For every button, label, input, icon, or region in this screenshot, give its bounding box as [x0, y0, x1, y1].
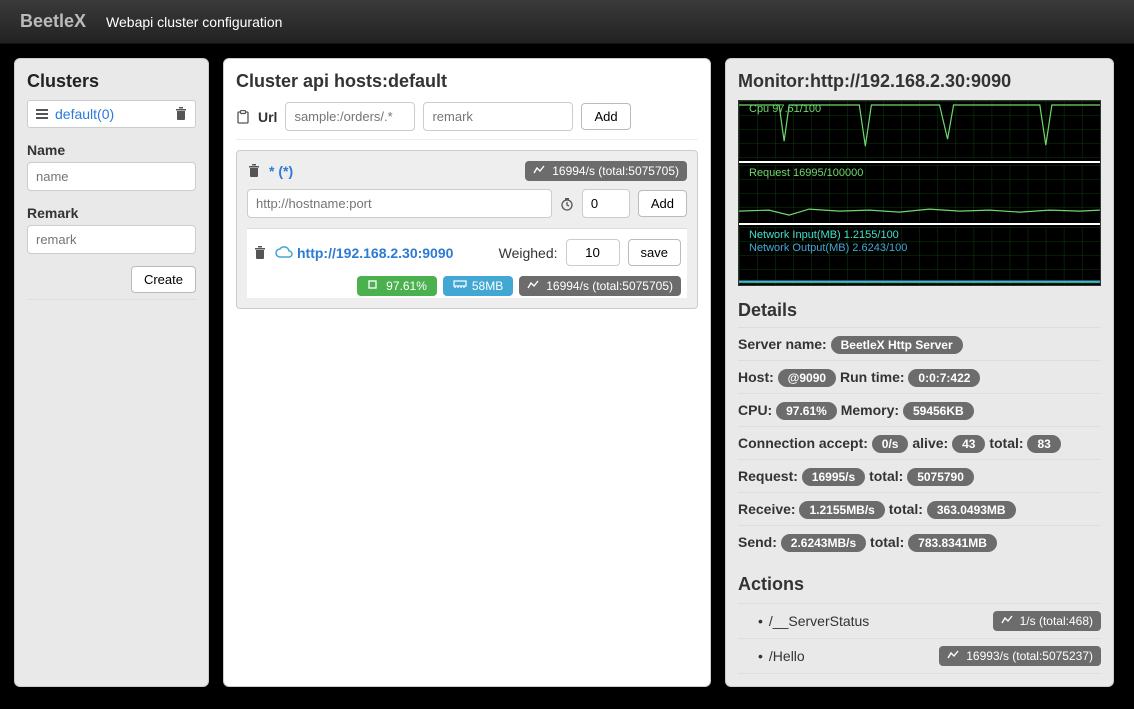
- host-entry: http://192.168.2.30:9090 Weighed: save 9…: [247, 228, 687, 298]
- save-button[interactable]: save: [628, 239, 681, 266]
- cpu-badge: 97.61%: [357, 276, 437, 296]
- hosts-title: Cluster api hosts:default: [236, 71, 698, 92]
- actions-title: Actions: [738, 574, 1101, 595]
- host-input[interactable]: [247, 189, 552, 218]
- trash-icon[interactable]: [247, 164, 261, 178]
- url-group: * (*) 16994/s (total:5075705) Add: [236, 150, 698, 309]
- chart-network: Network Input(MB) 1.2155/100 Network Out…: [739, 227, 1100, 285]
- name-label: Name: [27, 142, 196, 158]
- group-pattern[interactable]: * (*): [269, 163, 293, 179]
- remark-input[interactable]: [27, 225, 196, 254]
- host-url[interactable]: http://192.168.2.30:9090: [297, 245, 453, 261]
- navbar: BeetleX Webapi cluster configuration: [0, 0, 1134, 44]
- url-input[interactable]: [285, 102, 415, 131]
- weighed-label: Weighed:: [499, 245, 558, 261]
- nav-link-config[interactable]: Webapi cluster configuration: [106, 14, 282, 30]
- timer-icon: [560, 197, 574, 211]
- action-item: •/__ServerStatus 1/s (total:468): [738, 604, 1101, 639]
- brand[interactable]: BeetleX: [20, 11, 86, 32]
- weighed-input[interactable]: [566, 239, 620, 266]
- host-stats: 16994/s (total:5075705): [519, 276, 681, 296]
- detail-cpu-mem: CPU: 97.61% Memory: 59456KB: [738, 393, 1101, 426]
- cluster-item[interactable]: default(0): [27, 100, 196, 128]
- cluster-item-label: default(0): [55, 106, 114, 122]
- monitor-panel: Monitor:http://192.168.2.30:9090 Cpu 97.…: [725, 58, 1114, 687]
- monitor-charts: Cpu 97.61/100 Request 16995/100000 Netwo…: [738, 100, 1101, 286]
- chart-icon: [1001, 614, 1015, 628]
- detail-request: Request: 16995/s total: 5075790: [738, 459, 1101, 492]
- detail-send: Send: 2.6243MB/s total: 783.8341MB: [738, 525, 1101, 558]
- detail-server-name: Server name: BeetleX Http Server: [738, 327, 1101, 360]
- memory-badge: 58MB: [443, 276, 513, 296]
- chart-req-label: Request 16995/100000: [749, 167, 863, 179]
- chart-icon: [527, 279, 541, 293]
- url-add-row: Url Add: [236, 100, 698, 140]
- chart-cpu-label: Cpu 97.61/100: [749, 103, 821, 115]
- add-host-button[interactable]: Add: [638, 190, 687, 217]
- detail-connections: Connection accept: 0/s alive: 43 total: …: [738, 426, 1101, 459]
- timeout-input[interactable]: [582, 189, 630, 218]
- details-title: Details: [738, 300, 1101, 321]
- action-stats: 16993/s (total:5075237): [939, 646, 1101, 666]
- clusters-panel: Clusters default(0) Name Remark Create: [14, 58, 209, 687]
- url-label: Url: [258, 109, 277, 125]
- name-input[interactable]: [27, 162, 196, 191]
- clipboard-icon: [236, 110, 250, 124]
- chart-request: Request 16995/100000: [739, 165, 1100, 221]
- add-url-button[interactable]: Add: [581, 103, 630, 130]
- detail-receive: Receive: 1.2155MB/s total: 363.0493MB: [738, 492, 1101, 525]
- trash-icon[interactable]: [174, 107, 188, 121]
- actions-list: •/__ServerStatus 1/s (total:468) •/Hello…: [738, 603, 1101, 674]
- remark-label: Remark: [27, 205, 196, 221]
- trash-icon[interactable]: [253, 246, 267, 260]
- chart-icon: [947, 649, 961, 663]
- list-icon: [35, 107, 49, 121]
- action-stats: 1/s (total:468): [993, 611, 1101, 631]
- clusters-title: Clusters: [27, 71, 196, 92]
- url-remark-input[interactable]: [423, 102, 573, 131]
- create-button[interactable]: Create: [131, 266, 196, 293]
- chart-icon: [533, 164, 547, 178]
- chart-no-label: Network Output(MB) 2.6243/100: [749, 242, 907, 254]
- detail-host-runtime: Host: @9090 Run time: 0:0:7:422: [738, 360, 1101, 393]
- chip-icon: [367, 279, 381, 293]
- chart-cpu: Cpu 97.61/100: [739, 101, 1100, 159]
- chart-ni-label: Network Input(MB) 1.2155/100: [749, 229, 899, 241]
- hosts-panel: Cluster api hosts:default Url Add * (*): [223, 58, 711, 687]
- group-stats: 16994/s (total:5075705): [525, 161, 687, 181]
- host-add-row: Add: [247, 189, 687, 218]
- monitor-title: Monitor:http://192.168.2.30:9090: [738, 71, 1101, 92]
- cloud-icon: [275, 246, 289, 260]
- action-item: •/Hello 16993/s (total:5075237): [738, 639, 1101, 674]
- memory-icon: [453, 279, 467, 293]
